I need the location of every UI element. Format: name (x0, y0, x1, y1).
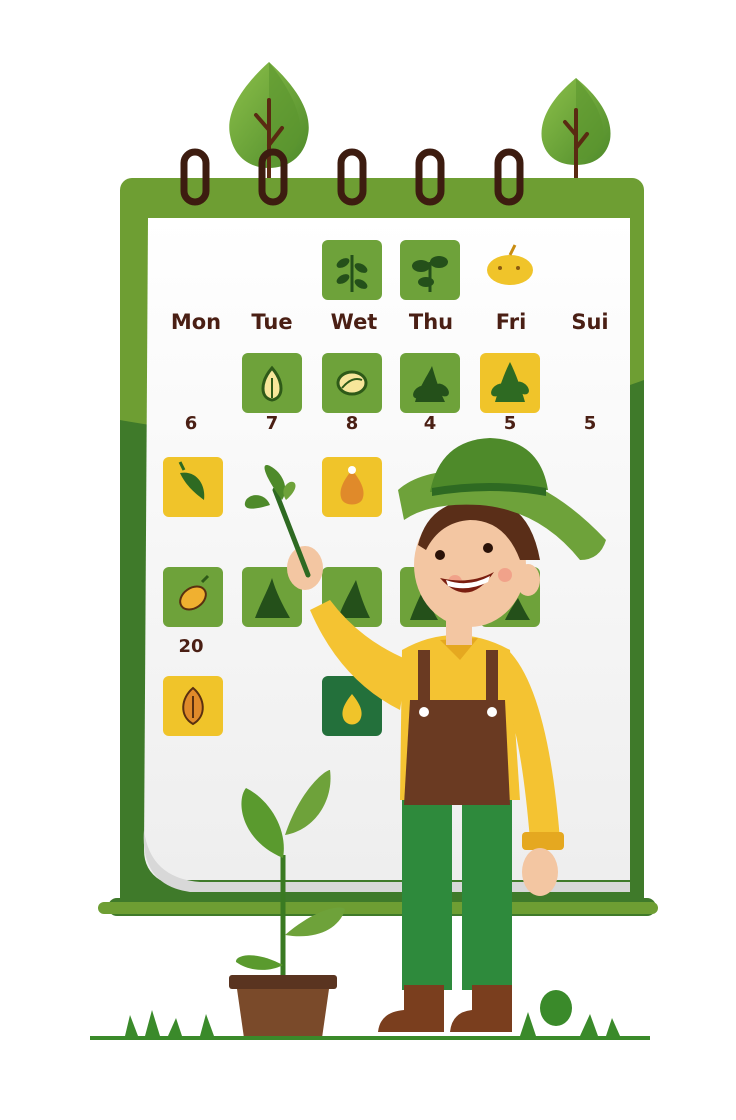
tile-seed-drop (322, 457, 382, 517)
week-number: 8 (345, 413, 359, 434)
day-header-thu: Thu (408, 310, 454, 334)
day-header-wet: Wet (330, 310, 378, 334)
tile-leafy-bush (480, 353, 540, 413)
week-number: 5 (503, 413, 517, 434)
week-number: 7 (265, 413, 279, 434)
date-number-20: 20 (178, 636, 204, 657)
tile-mango (163, 567, 223, 627)
week-number: 4 (423, 413, 437, 434)
header-tile-herb (322, 240, 382, 300)
day-header-sui: Sui (571, 310, 609, 334)
tile-seed-sprout (242, 353, 302, 413)
header-tile-seedling (400, 240, 460, 300)
day-header-mon: Mon (170, 310, 222, 334)
day-header-tue: Tue (251, 310, 293, 334)
tile-bean (322, 353, 382, 413)
farm-calendar-illustration (90, 62, 658, 1040)
tile-pepper (163, 457, 223, 517)
tile-leafy-plant (400, 353, 460, 413)
week-number: 5 (583, 413, 597, 434)
tile-almond-seed (163, 676, 223, 736)
ground-grass (90, 990, 650, 1040)
day-header-fri: Fri (495, 310, 527, 334)
week-number: 6 (184, 413, 198, 434)
